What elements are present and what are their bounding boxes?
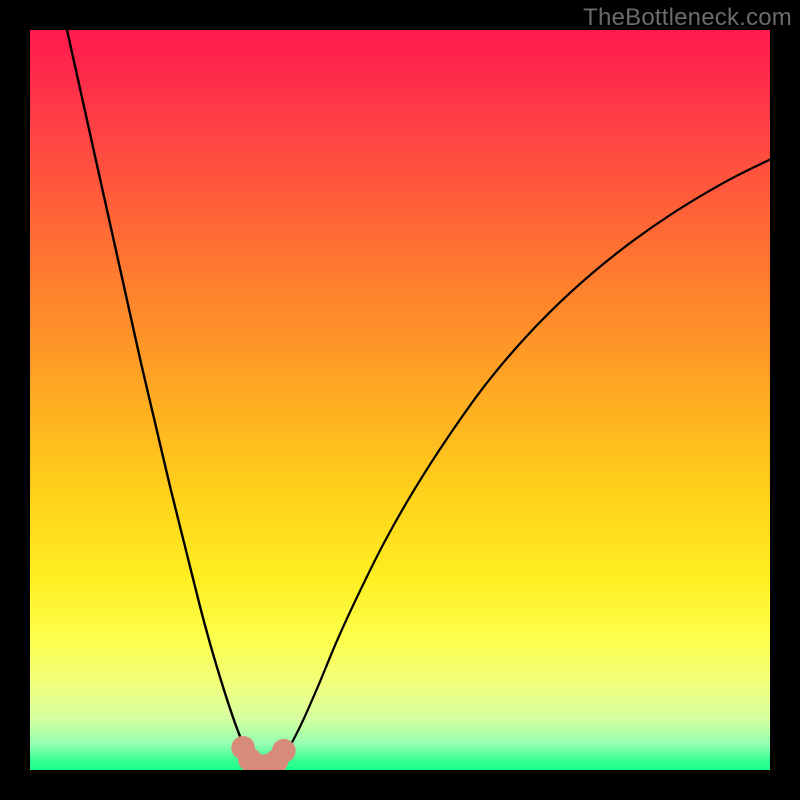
chart-frame: TheBottleneck.com [0,0,800,800]
trough-markers [231,736,295,770]
trough-marker [272,739,296,763]
watermark-text: TheBottleneck.com [583,4,792,32]
plot-area [30,30,770,770]
left-curve [67,30,255,764]
right-curve [278,160,770,765]
curve-layer [30,30,770,770]
